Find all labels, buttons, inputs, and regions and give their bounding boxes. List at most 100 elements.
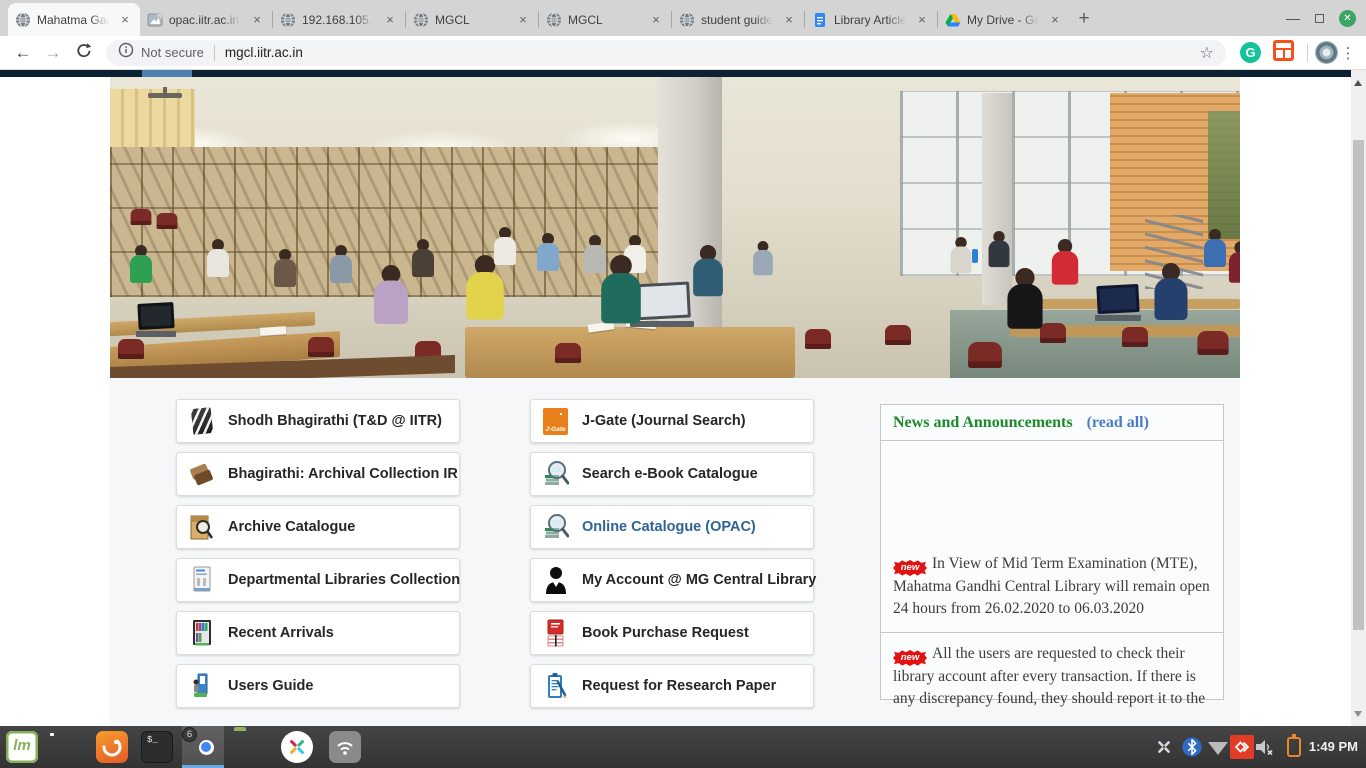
bluetooth-icon[interactable] bbox=[1180, 735, 1204, 759]
new-badge-icon: new bbox=[893, 650, 927, 666]
guide-stand-icon bbox=[188, 671, 215, 701]
back-icon[interactable]: ← bbox=[8, 43, 38, 63]
firefox-icon[interactable] bbox=[96, 731, 128, 763]
slack-icon[interactable] bbox=[281, 731, 313, 763]
link-shodh-bhagirathi[interactable]: Shodh Bhagirathi (T&D @ IITR) bbox=[176, 399, 460, 443]
browser-menu-icon[interactable]: ⋮ bbox=[1338, 44, 1358, 62]
books-magnifier-icon bbox=[542, 459, 569, 489]
extension-grid-icon[interactable] bbox=[1273, 40, 1294, 66]
tab-title: 192.168.105.14 bbox=[302, 13, 376, 27]
link-jgate[interactable]: J-Gate J-Gate (Journal Search) bbox=[530, 399, 814, 443]
wifi-tool-icon[interactable] bbox=[329, 731, 361, 763]
forward-icon[interactable]: → bbox=[38, 43, 68, 63]
grammarly-extension-icon[interactable]: G bbox=[1240, 42, 1261, 63]
tab-title: My Drive - Goo bbox=[967, 13, 1041, 27]
library-kiosk-icon bbox=[188, 565, 215, 595]
link-book-purchase[interactable]: Book Purchase Request bbox=[530, 611, 814, 655]
broken-image-icon bbox=[147, 12, 163, 28]
globe-icon bbox=[280, 12, 296, 28]
omnibox-divider bbox=[214, 45, 215, 61]
globe-icon bbox=[15, 12, 31, 28]
tab-close-icon[interactable]: × bbox=[515, 12, 531, 28]
library-photo bbox=[110, 77, 1240, 378]
tab-title: MGCL bbox=[435, 13, 509, 27]
minimize-button[interactable]: — bbox=[1286, 13, 1300, 23]
sync-app-icon[interactable] bbox=[1230, 735, 1254, 759]
scrollbar-thumb[interactable] bbox=[1353, 140, 1364, 630]
user-silhouette-icon bbox=[542, 565, 569, 595]
tab-student-guide[interactable]: student guide × bbox=[672, 3, 804, 36]
security-label: Not secure bbox=[141, 45, 204, 60]
link-ebook-catalogue[interactable]: Search e-Book Catalogue bbox=[530, 452, 814, 496]
network-icon[interactable] bbox=[1206, 735, 1230, 759]
url-text[interactable]: mgcl.iitr.ac.in bbox=[225, 45, 303, 60]
bookmark-star-icon[interactable]: ☆ bbox=[1200, 43, 1214, 63]
tab-close-icon[interactable]: × bbox=[781, 12, 797, 28]
tab-close-icon[interactable]: × bbox=[249, 12, 265, 28]
mint-menu-button[interactable]: lm bbox=[6, 731, 38, 763]
scroll-up-icon[interactable] bbox=[1354, 76, 1362, 86]
google-docs-icon bbox=[812, 12, 828, 28]
link-my-account[interactable]: My Account @ MG Central Library bbox=[530, 558, 814, 602]
tab-opac[interactable]: opac.iitr.ac.in:8 × bbox=[140, 3, 272, 36]
tab-bar: Mahatma Gand × opac.iitr.ac.in:8 × 192.1… bbox=[0, 0, 1366, 36]
news-header: News and Announcements (read all) bbox=[881, 405, 1223, 441]
globe-icon bbox=[413, 12, 429, 28]
news-panel: News and Announcements (read all) newIn … bbox=[880, 404, 1224, 700]
tab-close-icon[interactable]: × bbox=[914, 12, 930, 28]
slack-tray-icon[interactable] bbox=[1152, 735, 1176, 759]
scrollbar[interactable] bbox=[1351, 70, 1366, 726]
omnibox[interactable]: Not secure mgcl.iitr.ac.in ☆ bbox=[106, 40, 1226, 66]
jgate-logo-icon: J-Gate bbox=[542, 406, 569, 436]
window-controls: — ✕ bbox=[1286, 0, 1366, 36]
link-recent-arrivals[interactable]: Recent Arrivals bbox=[176, 611, 460, 655]
link-users-guide[interactable]: Users Guide bbox=[176, 664, 460, 708]
tab-my-drive[interactable]: My Drive - Goo × bbox=[938, 3, 1070, 36]
globe-icon bbox=[546, 12, 562, 28]
refresh-icon[interactable] bbox=[68, 42, 98, 64]
terminal-icon[interactable]: $_ bbox=[141, 731, 173, 763]
link-online-catalogue-opac[interactable]: Online Catalogue (OPAC) bbox=[530, 505, 814, 549]
red-book-icon bbox=[542, 618, 569, 648]
tab-mgcl-2[interactable]: MGCL × bbox=[539, 3, 671, 36]
web-page: Shodh Bhagirathi (T&D @ IITR) Bhagirathi… bbox=[0, 70, 1366, 726]
tab-title: opac.iitr.ac.in:8 bbox=[169, 13, 243, 27]
new-tab-button[interactable]: + bbox=[1070, 6, 1098, 34]
news-marquee: newIn View of Mid Term Examination (MTE)… bbox=[881, 441, 1223, 633]
taskbar: lm $_ 6 1:49 PM bbox=[0, 726, 1366, 768]
chrome-badge: 6 bbox=[182, 727, 197, 742]
tab-close-icon[interactable]: × bbox=[1047, 12, 1063, 28]
clipboard-pencil-icon bbox=[542, 671, 569, 701]
google-drive-icon bbox=[945, 12, 961, 28]
tab-close-icon[interactable]: × bbox=[648, 12, 664, 28]
tab-library-article[interactable]: Library Article D × bbox=[805, 3, 937, 36]
folder-magnifier-icon bbox=[188, 512, 215, 542]
close-button[interactable]: ✕ bbox=[1339, 10, 1356, 27]
clock[interactable]: 1:49 PM bbox=[1309, 726, 1358, 768]
news-item: newIn View of Mid Term Examination (MTE)… bbox=[893, 553, 1211, 620]
link-bhagirathi-archival[interactable]: Bhagirathi: Archival Collection IR bbox=[176, 452, 460, 496]
link-archive-catalogue[interactable]: Archive Catalogue bbox=[176, 505, 460, 549]
tab-title: Library Article D bbox=[834, 13, 908, 27]
tab-ip-address[interactable]: 192.168.105.14 × bbox=[273, 3, 405, 36]
info-icon[interactable] bbox=[118, 42, 134, 63]
tab-close-icon[interactable]: × bbox=[382, 12, 398, 28]
books-magnifier-icon bbox=[542, 512, 569, 542]
tab-close-icon[interactable]: × bbox=[117, 12, 133, 28]
file-manager-icon[interactable] bbox=[234, 731, 266, 763]
scroll-down-icon[interactable] bbox=[1354, 711, 1362, 721]
tab-title: MGCL bbox=[568, 13, 642, 27]
news-list: newAll the users are requested to check … bbox=[881, 633, 1223, 720]
link-departmental-libraries[interactable]: Departmental Libraries Collection bbox=[176, 558, 460, 602]
new-badge-icon: new bbox=[893, 560, 927, 576]
profile-avatar[interactable] bbox=[1315, 41, 1338, 64]
battery-icon[interactable] bbox=[1282, 735, 1306, 759]
tab-title: student guide bbox=[701, 13, 775, 27]
link-research-paper-request[interactable]: Request for Research Paper bbox=[530, 664, 814, 708]
chrome-icon[interactable]: 6 bbox=[186, 731, 218, 763]
tab-mahatma-gandhi[interactable]: Mahatma Gand × bbox=[8, 3, 140, 36]
restore-button[interactable] bbox=[1315, 14, 1324, 23]
read-all-link[interactable]: (read all) bbox=[1087, 414, 1149, 432]
tab-mgcl-1[interactable]: MGCL × bbox=[406, 3, 538, 36]
volume-muted-icon[interactable] bbox=[1252, 735, 1276, 759]
